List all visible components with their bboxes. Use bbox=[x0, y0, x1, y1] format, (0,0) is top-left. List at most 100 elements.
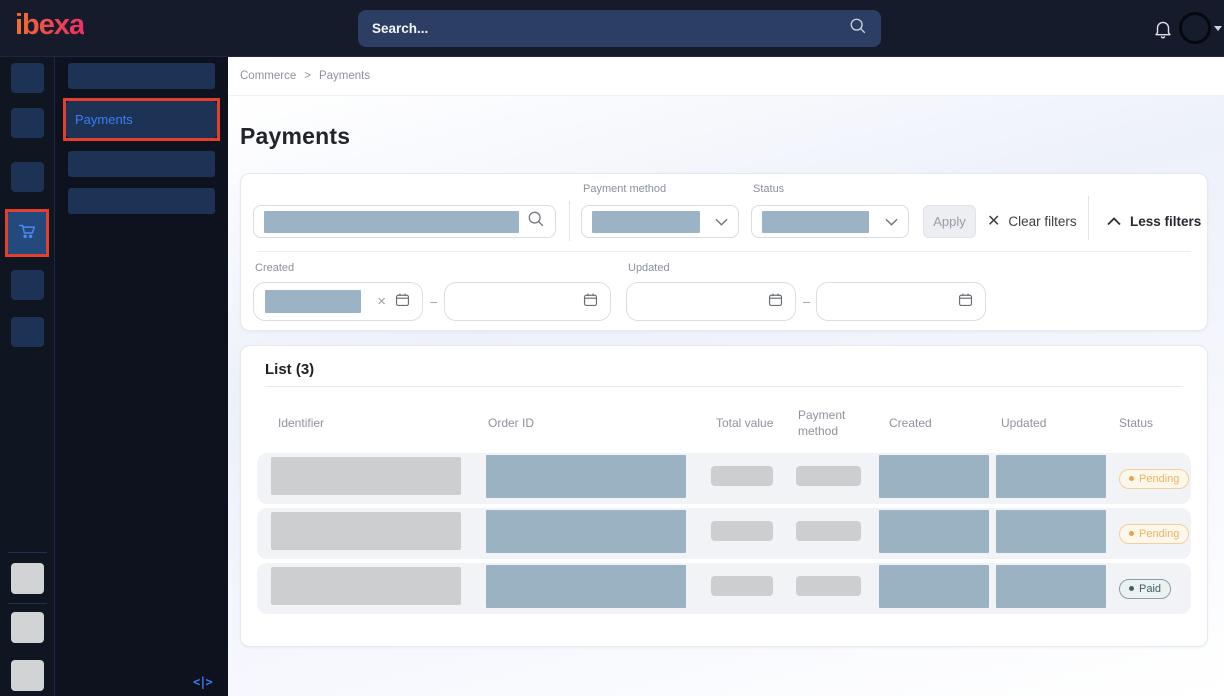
primary-icon-sidebar bbox=[0, 57, 55, 696]
total-value-placeholder bbox=[711, 466, 773, 486]
breadcrumb: Commerce > Payments bbox=[240, 70, 370, 82]
calendar-icon[interactable] bbox=[394, 291, 411, 313]
identifier-placeholder bbox=[271, 457, 461, 495]
created-label: Created bbox=[255, 262, 294, 274]
list-title: List (3) bbox=[265, 361, 314, 378]
search-icon[interactable] bbox=[527, 210, 545, 233]
total-value-placeholder bbox=[711, 576, 773, 596]
order-id-placeholder bbox=[486, 455, 686, 498]
created-from-date-input[interactable]: × bbox=[253, 282, 423, 321]
payment-method-placeholder bbox=[796, 521, 861, 541]
global-search[interactable] bbox=[358, 10, 881, 47]
updated-placeholder bbox=[996, 510, 1106, 553]
date-range-separator: – bbox=[803, 294, 810, 309]
sidebar-icon-2[interactable] bbox=[11, 108, 44, 138]
status-dot bbox=[1129, 476, 1134, 481]
page-title: Payments bbox=[240, 123, 350, 150]
sidebar-icon-6[interactable] bbox=[11, 317, 44, 347]
updated-from-date-input[interactable] bbox=[626, 282, 796, 321]
sidebar-icon-1[interactable] bbox=[11, 63, 44, 93]
table-header-row: Identifier Order ID Total value Payment … bbox=[257, 401, 1191, 446]
status-badge: Pending bbox=[1119, 524, 1189, 544]
status-value-placeholder bbox=[762, 211, 869, 233]
total-value-placeholder bbox=[711, 521, 773, 541]
status-dot bbox=[1129, 531, 1134, 536]
sidebar-bottom-icon-2[interactable] bbox=[11, 612, 44, 643]
sidebar-menu-item-1[interactable] bbox=[68, 63, 215, 89]
col-created: Created bbox=[879, 416, 996, 432]
filters-panel: Payment method Status Apply ✕ Clear filt… bbox=[240, 173, 1208, 331]
search-icon[interactable] bbox=[849, 17, 867, 40]
updated-to-date-input[interactable] bbox=[816, 282, 986, 321]
status-select[interactable] bbox=[751, 205, 909, 238]
chevron-up-icon bbox=[1107, 213, 1121, 231]
sidebar-item-payments-label: Payments bbox=[75, 112, 133, 127]
table-row[interactable]: Pending bbox=[257, 508, 1191, 559]
rail-divider bbox=[8, 552, 47, 553]
payment-method-value-placeholder bbox=[592, 211, 700, 233]
created-placeholder bbox=[879, 455, 989, 498]
notifications-bell-icon[interactable] bbox=[1152, 17, 1174, 41]
status-badge: Paid bbox=[1119, 579, 1171, 599]
created-placeholder bbox=[879, 510, 989, 553]
created-from-value-placeholder bbox=[265, 290, 361, 313]
main-area: Commerce > Payments Payments Payment met… bbox=[228, 57, 1224, 696]
updated-label: Updated bbox=[628, 262, 670, 274]
table-body: Pending Pending bbox=[241, 453, 1207, 618]
clear-filters-button[interactable]: ✕ Clear filters bbox=[987, 205, 1077, 238]
shopping-cart-icon bbox=[16, 220, 38, 247]
user-avatar[interactable] bbox=[1179, 12, 1211, 44]
breadcrumb-payments[interactable]: Payments bbox=[319, 70, 370, 82]
sidebar-item-payments[interactable]: Payments bbox=[66, 101, 217, 138]
sidebar-bottom-icon-1[interactable] bbox=[11, 563, 44, 594]
breadcrumb-commerce[interactable]: Commerce bbox=[240, 70, 296, 82]
clear-x-icon: ✕ bbox=[987, 214, 1000, 230]
sidebar-icon-3[interactable] bbox=[11, 162, 44, 192]
sidebar-icon-5[interactable] bbox=[11, 270, 44, 300]
status-label: Pending bbox=[1139, 528, 1179, 540]
identifier-placeholder bbox=[271, 512, 461, 550]
status-label: Paid bbox=[1139, 583, 1161, 595]
topbar: ibexa bbox=[0, 0, 1224, 57]
highlight-box-cart bbox=[5, 209, 49, 257]
sidebar-icon-commerce[interactable] bbox=[8, 212, 46, 254]
highlight-box-payments: Payments bbox=[63, 98, 220, 141]
col-payment-method: Payment method bbox=[796, 408, 858, 439]
order-id-placeholder bbox=[486, 510, 686, 553]
ibexa-logo: ibexa bbox=[15, 9, 84, 42]
payments-list-panel: List (3) Identifier Order ID Total value… bbox=[240, 345, 1208, 647]
date-clear-icon[interactable]: × bbox=[377, 294, 386, 309]
table-row[interactable]: Pending bbox=[257, 453, 1191, 504]
date-range-separator: – bbox=[430, 294, 437, 309]
rail-divider bbox=[8, 603, 47, 604]
less-filters-toggle[interactable]: Less filters bbox=[1107, 205, 1201, 238]
sidebar-menu-item-4[interactable] bbox=[68, 188, 215, 214]
profile-caret-icon[interactable] bbox=[1214, 26, 1222, 31]
calendar-icon[interactable] bbox=[767, 291, 784, 313]
col-identifier: Identifier bbox=[271, 416, 486, 432]
table-row[interactable]: Paid bbox=[257, 563, 1191, 614]
identifier-placeholder bbox=[271, 567, 461, 605]
col-status: Status bbox=[1119, 416, 1177, 432]
sidebar-menu-item-3[interactable] bbox=[68, 151, 215, 177]
status-badge: Pending bbox=[1119, 469, 1189, 489]
global-search-input[interactable] bbox=[372, 21, 839, 36]
payment-method-select[interactable] bbox=[581, 205, 739, 238]
less-filters-label: Less filters bbox=[1130, 214, 1201, 229]
col-updated: Updated bbox=[996, 416, 1119, 432]
payment-method-placeholder bbox=[796, 466, 861, 486]
status-label: Pending bbox=[1139, 473, 1179, 485]
breadcrumb-bar: Commerce > Payments bbox=[228, 57, 1224, 96]
col-order-id: Order ID bbox=[486, 416, 711, 432]
calendar-icon[interactable] bbox=[957, 291, 974, 313]
apply-button[interactable]: Apply bbox=[923, 205, 976, 238]
sidebar-collapse-icon[interactable]: <|> bbox=[193, 675, 212, 689]
filter-search-box[interactable] bbox=[253, 205, 556, 238]
status-label: Status bbox=[753, 183, 784, 195]
secondary-sidebar: Payments <|> bbox=[55, 57, 228, 696]
filter-search-value-placeholder bbox=[264, 211, 519, 233]
created-to-date-input[interactable] bbox=[444, 282, 611, 321]
list-divider bbox=[265, 386, 1183, 387]
sidebar-bottom-icon-3[interactable] bbox=[11, 660, 44, 691]
calendar-icon[interactable] bbox=[582, 291, 599, 313]
